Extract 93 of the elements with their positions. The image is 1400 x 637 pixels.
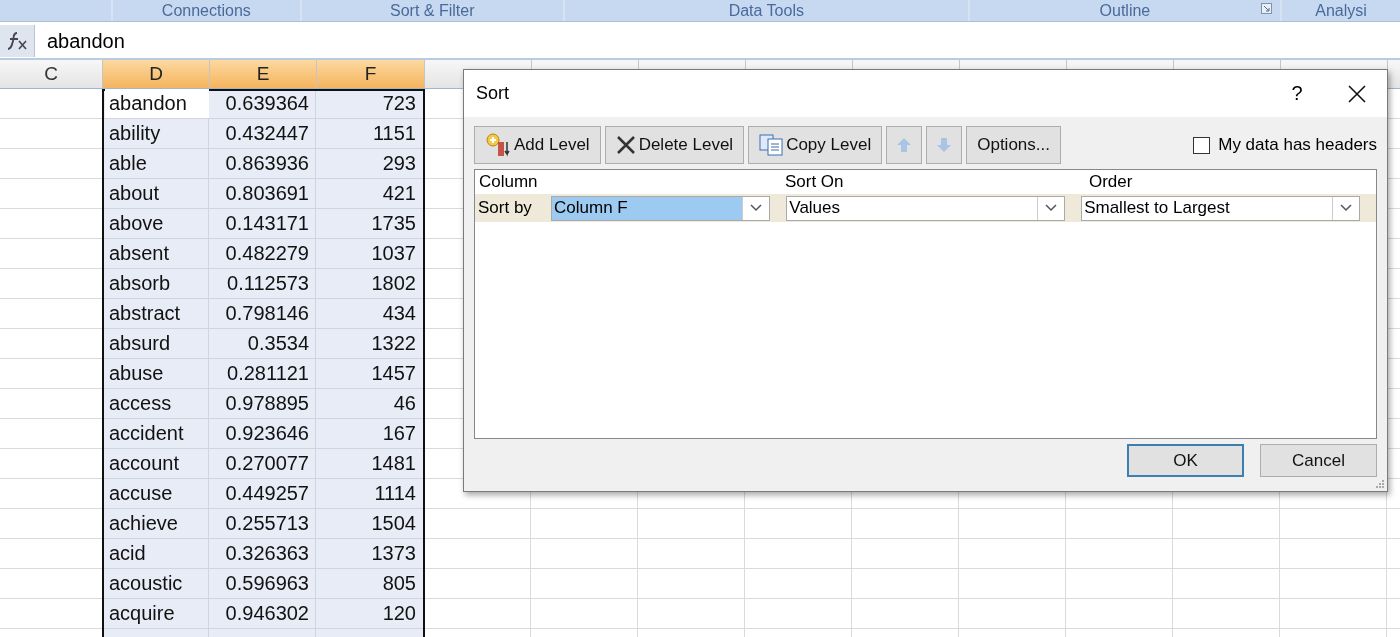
dropdown[interactable]: Smallest to Largest xyxy=(1081,195,1360,221)
table-cell-text: ability xyxy=(108,121,162,146)
table-cell-text: 0.326363 xyxy=(224,541,310,566)
dropdown[interactable]: Values xyxy=(786,195,1066,221)
down-arrow-icon xyxy=(935,136,954,154)
table-cell-text: acquire xyxy=(108,601,176,626)
table-cell-text: able xyxy=(108,151,148,176)
table-cell-text: 0.281121 xyxy=(226,361,310,386)
table-cell-text: 1504 xyxy=(370,511,417,536)
add-level-icon xyxy=(485,132,511,158)
column-header[interactable]: D xyxy=(103,60,210,88)
table-cell-text: absorb xyxy=(108,271,172,296)
ribbon-group-label: Data Tools xyxy=(564,0,968,21)
checkbox-label: My data has headers xyxy=(1218,135,1377,155)
table-cell-text: 167 xyxy=(381,421,417,446)
table-cell-text: 1802 xyxy=(370,271,417,296)
table-cell-text: 0.449257 xyxy=(224,481,310,506)
column-heading: Sort On xyxy=(783,172,845,192)
column-header[interactable]: F xyxy=(317,60,425,88)
table-cell-text: 723 xyxy=(381,91,417,116)
table-cell-text: 1373 xyxy=(370,541,417,566)
dropdown[interactable]: Column F xyxy=(551,195,771,221)
options-button[interactable]: Options... xyxy=(966,126,1061,164)
table-cell-text: 434 xyxy=(381,301,417,326)
level-label: Sort by xyxy=(477,198,533,218)
table-cell-text: 1735 xyxy=(370,211,417,236)
table-cell-text: accuse xyxy=(108,481,174,506)
table-cell-text: 0.432447 xyxy=(224,121,310,146)
dialog-button[interactable]: Cancel xyxy=(1260,444,1377,477)
table-cell-text: 0.270077 xyxy=(224,451,310,476)
table-cell-text: acid xyxy=(108,541,147,566)
table-cell: abandon xyxy=(105,89,209,118)
checkbox[interactable] xyxy=(1193,136,1211,154)
table-cell-text: 0.978895 xyxy=(224,391,310,416)
dialog-launcher-icon[interactable] xyxy=(1261,3,1273,14)
ribbon-group-label: Analysi xyxy=(1282,0,1400,21)
table-cell-text: 0.482279 xyxy=(224,241,310,266)
column-heading: Order xyxy=(1087,172,1134,192)
delete-button[interactable]: Delete Level xyxy=(604,126,745,164)
table-cell-text: 293 xyxy=(381,151,417,176)
table-cell-text: abstract xyxy=(108,301,182,326)
table-cell-text: achieve xyxy=(108,511,179,536)
ribbon-group-label: Connections xyxy=(113,0,300,21)
add-button[interactable]: Add Level xyxy=(474,126,601,164)
table-cell-text: 1037 xyxy=(370,241,417,266)
table-cell-text: 805 xyxy=(381,571,417,596)
function-icon[interactable] xyxy=(6,31,28,51)
caret-icon xyxy=(750,204,763,212)
ribbon-group-label: Outline xyxy=(969,0,1281,21)
ribbon-group-label: Sort & Filter xyxy=(301,0,563,21)
table-cell-text: 0.923646 xyxy=(224,421,310,446)
caret-icon xyxy=(1045,204,1058,212)
table-cell-text: 0.798146 xyxy=(224,301,310,326)
table-cell-text: 0.863936 xyxy=(224,151,310,176)
table-cell-text: 0.255713 xyxy=(224,511,310,536)
formula-field[interactable]: abandon xyxy=(47,29,125,53)
table-cell-text: 421 xyxy=(381,181,417,206)
dialog-button[interactable]: OK xyxy=(1127,444,1244,477)
column-heading: Column xyxy=(478,172,539,192)
table-cell-text: 0.946302 xyxy=(224,601,310,626)
help-button[interactable]: ? xyxy=(1267,82,1327,105)
table-cell-text: 0.112573 xyxy=(226,271,310,296)
table-cell-text: access xyxy=(108,391,173,416)
table-cell-text: 1457 xyxy=(370,361,417,386)
table-cell-text: 1114 xyxy=(373,481,417,506)
table-cell-text: 1151 xyxy=(372,121,417,146)
table-cell-text: 0.596963 xyxy=(224,571,310,596)
table-cell-text: 0.3534 xyxy=(246,331,310,356)
resize-grip-icon[interactable] xyxy=(1375,479,1385,489)
table-cell-text: 1322 xyxy=(370,331,417,356)
table-cell-text: 120 xyxy=(381,601,417,626)
sort-level-row[interactable]: Sort by Column F Values Smallest to Largest xyxy=(475,194,1376,222)
close-icon[interactable] xyxy=(1348,84,1366,103)
table-cell-text: acoustic xyxy=(108,571,184,596)
table-cell-text: account xyxy=(108,451,181,476)
dialog-title: Sort xyxy=(476,83,510,104)
table-cell-text: absurd xyxy=(108,331,172,356)
table-cell-text: about xyxy=(108,181,161,206)
copy-button[interactable]: Copy Level xyxy=(748,126,883,164)
table-cell-text: 1481 xyxy=(370,451,417,476)
column-header[interactable]: E xyxy=(210,60,317,88)
table-cell-text: 0.143171 xyxy=(224,211,310,236)
table-cell-text: 0.639364 xyxy=(224,91,310,116)
copy-icon xyxy=(759,134,784,156)
delete-x-icon xyxy=(615,135,636,155)
table-cell-text: abuse xyxy=(108,361,165,386)
up-arrow-icon xyxy=(895,136,914,154)
table-cell-text: accident xyxy=(108,421,185,446)
table-cell-text: 0.803691 xyxy=(224,181,310,206)
caret-icon xyxy=(1340,204,1352,212)
table-cell-text: above xyxy=(108,211,165,236)
table-cell-text: absent xyxy=(108,241,171,266)
table-cell-text: 46 xyxy=(392,391,417,416)
